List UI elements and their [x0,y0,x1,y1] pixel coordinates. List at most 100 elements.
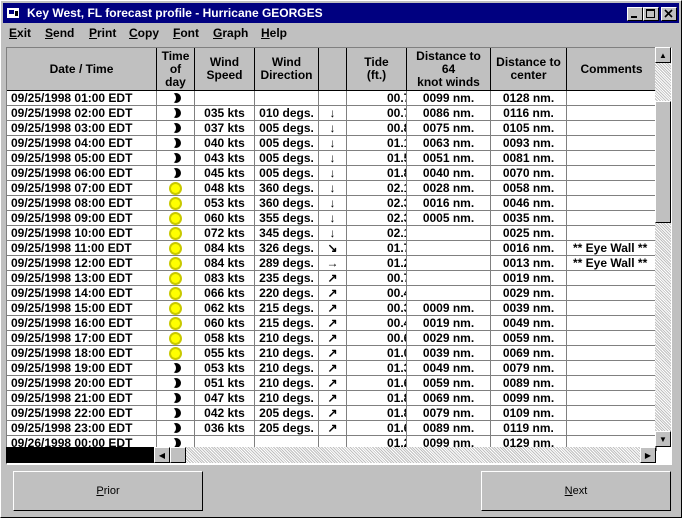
cell-distance-64kt: 0079 nm. [407,406,491,421]
menu-exit[interactable]: Exit [9,26,31,40]
cell-wind-arrow: ↓ [319,226,347,241]
cell-date-time: 09/25/1998 03:00 EDT [7,121,157,136]
cell-tide: 01.6 [347,421,407,436]
prior-button-accel: P [96,485,104,497]
header-distance-center[interactable]: Distance to center [491,48,567,91]
cell-wind-arrow: ↗ [319,331,347,346]
cell-date-time: 09/25/1998 08:00 EDT [7,196,157,211]
cell-distance-center: 0029 nm. [491,286,567,301]
cell-distance-64kt: 0086 nm. [407,106,491,121]
menu-copy[interactable]: Copy [129,26,159,40]
moon-icon [167,93,181,103]
cell-comments [567,271,657,286]
cell-time-of-day [157,91,195,106]
title-bar[interactable]: Key West, FL forecast profile - Hurrican… [3,3,679,23]
menu-accel: C [129,26,138,40]
menu-accel: S [45,26,54,40]
cell-wind-speed: 060 kts [195,316,255,331]
prior-button-label: rior [103,485,120,497]
cell-wind-arrow: ↓ [319,196,347,211]
cell-wind-speed: 072 kts [195,226,255,241]
cell-tide: 00.8 [347,121,407,136]
cell-comments [567,406,657,421]
cell-wind-arrow: ↓ [319,211,347,226]
cell-time-of-day [157,316,195,331]
next-button-accel: N [564,485,573,497]
scroll-up-button[interactable]: ▲ [655,47,671,63]
cell-time-of-day [157,256,195,271]
cell-date-time: 09/25/1998 13:00 EDT [7,271,157,286]
window-title: Key West, FL forecast profile - Hurrican… [27,6,323,20]
moon-icon [167,123,181,133]
header-arrow[interactable] [319,48,347,91]
prior-button[interactable]: Prior [13,471,203,511]
cell-date-time: 09/25/1998 10:00 EDT [7,226,157,241]
cell-wind-speed: 043 kts [195,151,255,166]
cell-distance-center: 0089 nm. [491,376,567,391]
sun-icon [171,273,180,283]
cell-wind-speed: 045 kts [195,166,255,181]
cell-distance-center: 0025 nm. [491,226,567,241]
cell-comments [567,226,657,241]
header-comments[interactable]: Comments [567,48,657,91]
cell-wind-direction: 210 degs. [255,346,319,361]
cell-time-of-day [157,211,195,226]
cell-comments [567,391,657,406]
vertical-scrollbar[interactable]: ▲ ▼ [655,47,671,447]
arrow-down-icon: ▼ [659,434,667,444]
cell-date-time: 09/25/1998 17:00 EDT [7,331,157,346]
cell-wind-arrow: ↗ [319,286,347,301]
sun-icon [171,348,180,358]
sun-icon [171,303,180,313]
horizontal-scrollbar[interactable]: ◀ ▶ [6,447,656,463]
cell-tide: 02.1 [347,181,407,196]
minimize-icon [631,16,637,18]
cell-distance-64kt: 0069 nm. [407,391,491,406]
cell-time-of-day [157,166,195,181]
cell-distance-center: 0046 nm. [491,196,567,211]
minimize-button[interactable] [627,7,643,21]
vertical-scroll-thumb[interactable] [655,101,671,223]
cell-tide: 00.7 [347,91,407,106]
cell-distance-center: 0128 nm. [491,91,567,106]
cell-comments [567,346,657,361]
app-icon[interactable] [6,6,20,20]
header-time-of-day[interactable]: Time of day [157,48,195,91]
scroll-left-button[interactable]: ◀ [154,447,170,463]
moon-icon [167,408,181,418]
cell-wind-speed: 060 kts [195,211,255,226]
header-distance-64kt[interactable]: Distance to 64 knot winds [407,48,491,91]
cell-date-time: 09/25/1998 06:00 EDT [7,166,157,181]
menu-help[interactable]: Help [261,26,287,40]
cell-distance-64kt: 0016 nm. [407,196,491,211]
cell-time-of-day [157,406,195,421]
cell-distance-center: 0035 nm. [491,211,567,226]
cell-distance-center: 0016 nm. [491,241,567,256]
cell-time-of-day [157,241,195,256]
cell-wind-speed: 053 kts [195,361,255,376]
menu-send[interactable]: Send [45,26,74,40]
menu-graph[interactable]: Graph [213,26,248,40]
cell-time-of-day [157,421,195,436]
cell-tide: 01.0 [347,346,407,361]
sun-icon [171,183,180,193]
header-wind-direction[interactable]: Wind Direction [255,48,319,91]
scroll-down-button[interactable]: ▼ [655,431,671,447]
scroll-right-button[interactable]: ▶ [640,447,656,463]
cell-time-of-day [157,271,195,286]
next-button[interactable]: Next [481,471,671,511]
cell-distance-64kt: 0028 nm. [407,181,491,196]
cell-wind-direction: 205 degs. [255,421,319,436]
header-tide[interactable]: Tide (ft.) [347,48,407,91]
cell-wind-speed: 055 kts [195,346,255,361]
cell-wind-direction: 289 degs. [255,256,319,271]
horizontal-scroll-thumb[interactable] [170,447,186,463]
menu-print[interactable]: Print [89,26,116,40]
menu-font[interactable]: Font [173,26,199,40]
cell-time-of-day [157,181,195,196]
maximize-button[interactable] [643,7,659,21]
close-button[interactable] [661,7,677,21]
header-date-time[interactable]: Date / Time [7,48,157,91]
header-wind-speed[interactable]: Wind Speed [195,48,255,91]
forecast-grid[interactable]: Date / Time Time of day Wind Speed Wind Directi… [6,47,672,465]
